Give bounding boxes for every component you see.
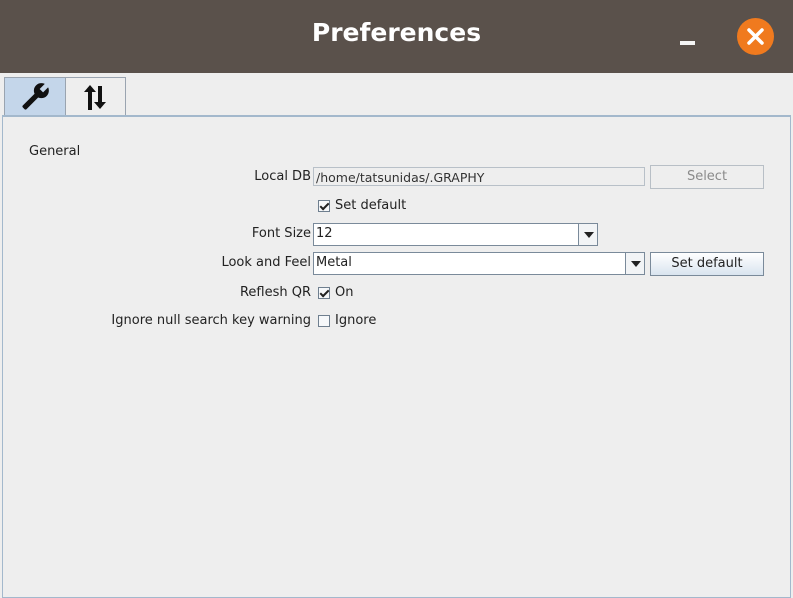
section-label-general: General (29, 144, 81, 159)
minimize-button[interactable] (672, 26, 702, 50)
sort-arrows-icon (84, 85, 106, 110)
preferences-content: General Local DB /home/tatsunidas/.GRAPH… (0, 73, 793, 598)
reflesh-qr-on-label: On (335, 285, 354, 300)
wrench-icon (22, 82, 50, 110)
select-db-button[interactable]: Select (650, 165, 764, 189)
set-default-db-checkbox[interactable] (318, 200, 330, 212)
font-size-value: 12 (316, 226, 333, 241)
general-panel: General Local DB /home/tatsunidas/.GRAPH… (2, 115, 791, 598)
local-db-field[interactable]: /home/tatsunidas/.GRAPHY (313, 167, 645, 186)
ignore-null-warning-label: Ignore null search key warning (111, 313, 311, 328)
close-button[interactable] (737, 18, 774, 55)
reflesh-qr-checkbox[interactable] (318, 287, 330, 299)
chevron-down-icon[interactable] (578, 224, 597, 245)
look-and-feel-value: Metal (316, 255, 352, 270)
look-and-feel-label: Look and Feel (221, 255, 311, 270)
close-icon (747, 28, 764, 45)
set-default-db-label: Set default (335, 198, 407, 213)
chevron-down-icon[interactable] (625, 253, 644, 274)
tab-sort[interactable] (65, 77, 126, 116)
local-db-label: Local DB (254, 169, 311, 184)
title-bar: Preferences (0, 0, 793, 73)
font-size-label: Font Size (251, 226, 311, 241)
tab-general[interactable] (4, 77, 66, 116)
reflesh-qr-label: Reflesh QR (239, 285, 311, 300)
look-and-feel-combo[interactable]: Metal (313, 252, 645, 275)
font-size-combo[interactable]: 12 (313, 223, 598, 246)
ignore-null-checkbox-label: Ignore (335, 313, 377, 328)
set-default-laf-button[interactable]: Set default (650, 252, 764, 276)
ignore-null-checkbox[interactable] (318, 315, 330, 327)
